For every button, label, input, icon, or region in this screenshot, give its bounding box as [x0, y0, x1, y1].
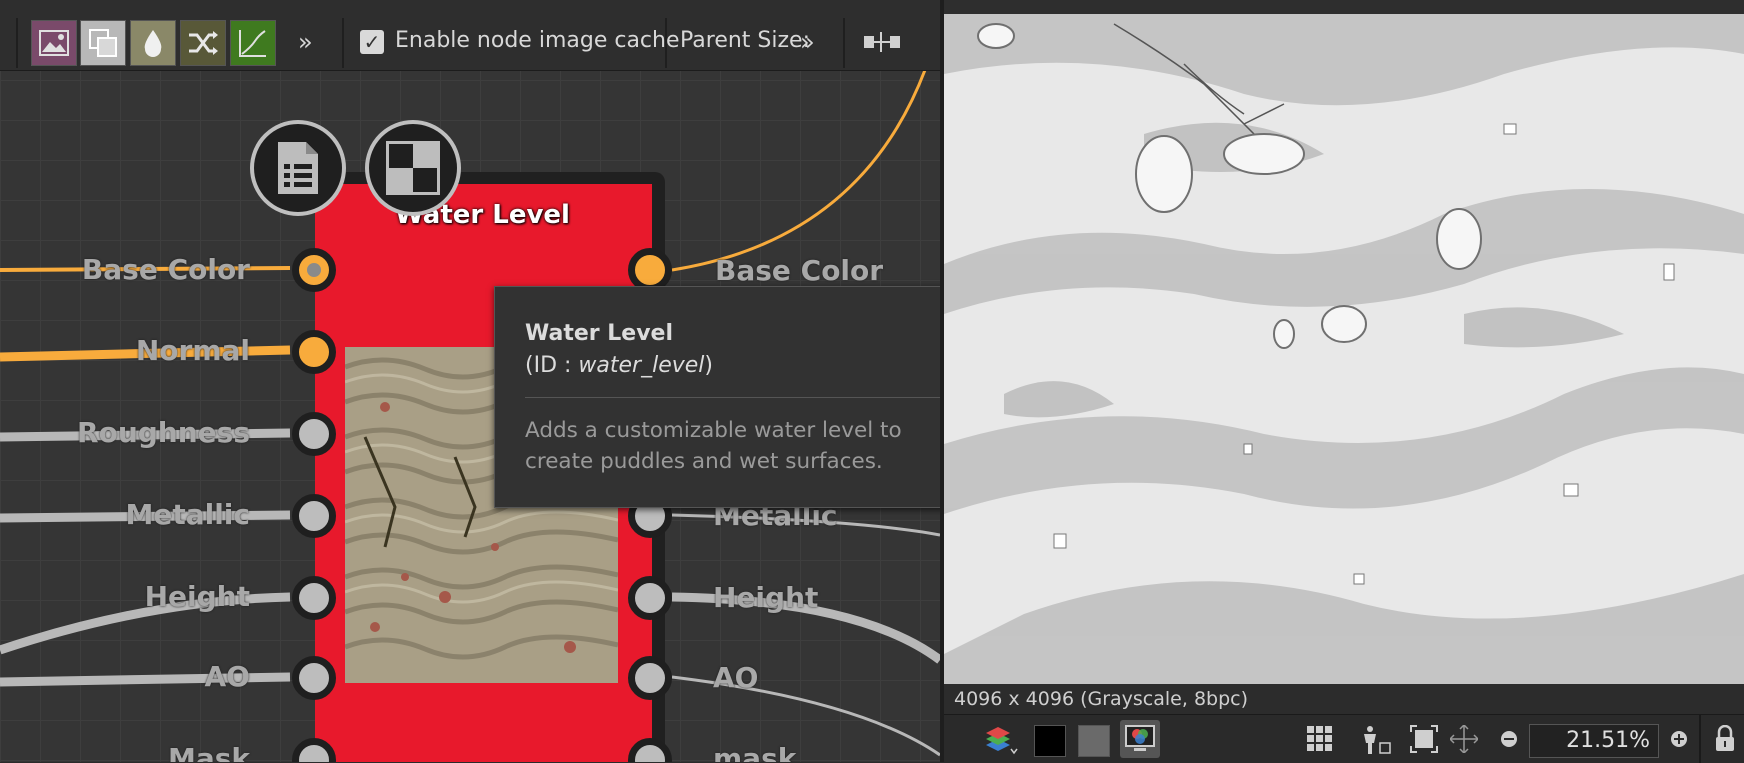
output-label-mask: mask — [713, 742, 797, 762]
output-pin-ao[interactable] — [628, 656, 672, 700]
input-pin-height[interactable] — [292, 576, 336, 620]
graph-toolbar: » ✓ Enable node image cache Parent Size:… — [0, 14, 940, 71]
align-nodes-icon[interactable] — [862, 30, 902, 54]
toolbar-separator — [16, 18, 18, 68]
fit-view-icon[interactable] — [1410, 725, 1438, 753]
viewer-bottom-toolbar: 21.51% — [944, 714, 1744, 763]
input-label-mask: Mask — [167, 742, 250, 762]
input-label-height: Height — [144, 580, 250, 613]
pin-dot-icon — [307, 263, 321, 277]
grayscale-mask-image — [944, 14, 1744, 684]
tooltip-id-prefix: (ID : — [525, 353, 579, 378]
toolbar-separator — [843, 18, 845, 68]
actual-size-icon[interactable] — [1450, 725, 1478, 753]
checker-icon — [386, 141, 440, 195]
random-node-button[interactable] — [180, 20, 226, 66]
curve-icon — [239, 30, 266, 57]
tooltip-id-value: water_level — [578, 353, 705, 378]
graph-view[interactable]: Water Level Base Color Normal Roughness … — [0, 0, 940, 762]
image-info-text: 4096 x 4096 (Grayscale, 8bpc) — [954, 688, 1249, 710]
monitor-color-icon — [1125, 725, 1155, 751]
wire-base-color-out — [671, 69, 927, 272]
input-pin-normal[interactable] — [292, 330, 336, 374]
toolbar-overflow-chevron-icon[interactable]: » — [298, 28, 313, 56]
enable-cache-checkbox[interactable]: ✓ — [360, 30, 384, 54]
background-gray-swatch[interactable] — [1078, 725, 1110, 757]
output-label-height: Height — [713, 581, 819, 614]
output-pin-height[interactable] — [628, 576, 672, 620]
toolbar-separator — [665, 18, 667, 68]
tooltip-title: Water Level — [525, 321, 674, 346]
parent-size-chevron-icon[interactable]: » — [800, 28, 815, 56]
grid-icon[interactable] — [1306, 725, 1334, 753]
node-tooltip: Water Level (ID : water_level) Adds a cu… — [494, 286, 940, 508]
tooltip-description: Adds a customizable water level to creat… — [525, 418, 902, 474]
input-pin-metallic[interactable] — [292, 494, 336, 538]
image-icon — [39, 30, 69, 56]
parent-size-label: Parent Size: — [680, 28, 810, 53]
output-label-ao: AO — [713, 661, 759, 694]
viewer-toolbar-top-strip — [944, 0, 1744, 14]
output-label-base-color: Base Color — [715, 254, 884, 287]
tooltip-id-suffix: ) — [704, 353, 714, 378]
2d-viewer: 4096 x 4096 (Grayscale, 8bpc) 21.51% — [944, 0, 1744, 763]
input-label-base-color: Base Color — [81, 253, 250, 286]
input-label-normal: Normal — [135, 334, 250, 367]
background-black-swatch[interactable] — [1034, 725, 1066, 757]
zoom-in-icon[interactable] — [1670, 730, 1688, 748]
viewer-canvas[interactable] — [944, 14, 1744, 684]
droplet-icon — [144, 30, 162, 57]
shuffle-icon — [189, 31, 218, 55]
tooltip-id: (ID : water_level) — [525, 353, 713, 378]
viewer-status-bar: 4096 x 4096 (Grayscale, 8bpc) — [944, 684, 1744, 714]
input-label-roughness: Roughness — [77, 416, 250, 449]
input-pin-roughness[interactable] — [292, 412, 336, 456]
person-scale-icon[interactable] — [1360, 725, 1392, 755]
enable-cache-label[interactable]: Enable node image cache — [395, 28, 680, 53]
channels-icon[interactable] — [984, 727, 1018, 757]
layers-icon — [89, 29, 117, 57]
blend-node-button[interactable] — [80, 20, 126, 66]
toolbar-separator — [342, 18, 344, 68]
document-icon — [278, 142, 318, 194]
input-pin-ao[interactable] — [292, 656, 336, 700]
display-mode-button[interactable] — [1120, 720, 1160, 758]
input-label-metallic: Metallic — [125, 498, 250, 531]
curve-node-button[interactable] — [230, 20, 276, 66]
toolbar-separator — [1699, 715, 1701, 763]
input-pin-base-color[interactable] — [292, 248, 336, 292]
zoom-out-icon[interactable] — [1500, 730, 1518, 748]
tooltip-divider — [525, 397, 940, 398]
zoom-input[interactable]: 21.51% — [1529, 724, 1659, 758]
input-label-ao: AO — [204, 660, 250, 693]
node-document-button[interactable] — [250, 120, 346, 216]
lock-icon[interactable] — [1714, 725, 1736, 753]
graph-toolbar-top-strip — [0, 0, 940, 14]
node-preview-button[interactable] — [365, 120, 461, 216]
droplet-node-button[interactable] — [130, 20, 176, 66]
image-node-button[interactable] — [31, 20, 77, 66]
